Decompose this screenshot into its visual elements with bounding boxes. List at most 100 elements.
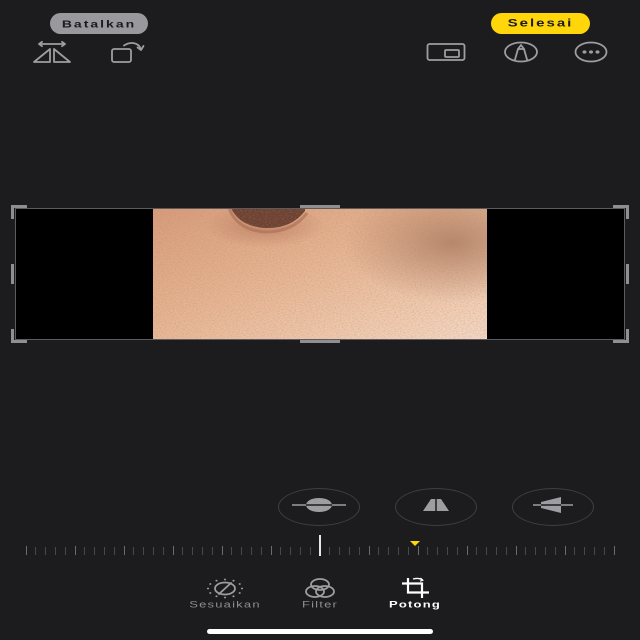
dial-tick (94, 547, 96, 555)
crop-icon (370, 577, 460, 599)
dial-tick (486, 547, 488, 555)
done-button-label: Selesai (507, 17, 574, 30)
tab-sesuaikan[interactable]: Sesuaikan (180, 577, 270, 615)
crop-handle-left[interactable] (11, 264, 14, 284)
more-glyph (574, 41, 608, 63)
dial-tick (192, 547, 194, 555)
dial-tick (231, 547, 233, 555)
dial-tick (544, 547, 546, 555)
dial-tick (427, 547, 429, 555)
dial-tick (593, 547, 595, 555)
cancel-button[interactable]: Batalkan (50, 13, 148, 34)
dial-tick (613, 546, 615, 555)
dial-tick (476, 547, 478, 555)
dial-tick (123, 546, 125, 555)
dial-tick (329, 547, 331, 555)
crop-handle-right[interactable] (626, 264, 629, 284)
tab-label: Sesuaikan (189, 599, 261, 610)
dial-tick (564, 546, 566, 555)
flip-horizontal-glyph (33, 41, 71, 63)
dial-tick (603, 547, 605, 555)
tab-label: Filter (301, 599, 339, 610)
adjustment-dial[interactable] (20, 533, 620, 557)
dial-tick (221, 546, 223, 555)
dial-tick (270, 546, 272, 555)
dial-tick (54, 547, 56, 555)
rotate-glyph (111, 42, 145, 63)
photo-preview[interactable] (153, 208, 487, 340)
dial-tick (280, 547, 282, 555)
dial-tick (466, 546, 468, 555)
tab-potong[interactable]: Potong (370, 577, 460, 615)
dial-tick (241, 547, 243, 555)
dial-tick (211, 547, 213, 555)
aspect-ratio-glyph (426, 43, 466, 61)
dial-tick (515, 546, 517, 555)
dial-tick (84, 547, 86, 555)
photo-image (153, 208, 487, 340)
dial-tick (437, 547, 439, 555)
vertical-perspective-button[interactable] (395, 488, 477, 526)
dial-tick (74, 546, 76, 555)
dial-tick (388, 547, 390, 555)
dial-tick (574, 547, 576, 555)
filter-icon (275, 577, 365, 599)
dial-tick (103, 547, 105, 555)
home-indicator[interactable] (207, 629, 433, 634)
crop-handle-bottom[interactable] (300, 340, 340, 343)
letterbox-right (487, 208, 625, 340)
vertical-perspective-icon (418, 495, 454, 519)
dial-tick (368, 546, 370, 555)
dial-tick (45, 547, 47, 555)
dial-tick (348, 547, 350, 555)
dial-tick (417, 546, 419, 555)
cancel-button-label: Batalkan (61, 17, 137, 30)
dial-tick (339, 547, 341, 555)
letterbox-left (15, 208, 153, 340)
crop-handle-bottom-right[interactable] (613, 329, 629, 343)
markup-icon[interactable] (503, 41, 539, 63)
done-button[interactable]: Selesai (491, 13, 590, 34)
dial-tick (358, 547, 360, 555)
crop-handle-top-right[interactable] (613, 205, 629, 219)
dial-tick (182, 547, 184, 555)
dial-tick (378, 547, 380, 555)
dial-tick (250, 547, 252, 555)
flip-horizontal-icon[interactable] (31, 41, 73, 63)
dial-tick (64, 547, 66, 555)
adjust-dial-icon (180, 577, 270, 599)
crop-handle-top[interactable] (300, 205, 340, 208)
dial-tick (456, 547, 458, 555)
rotate-icon[interactable] (110, 41, 146, 63)
crop-handle-bottom-left[interactable] (11, 329, 27, 343)
dial-tick (290, 547, 292, 555)
dial-tick (584, 547, 586, 555)
horizontal-perspective-button[interactable] (512, 488, 594, 526)
dial-tick (535, 547, 537, 555)
markup-glyph (504, 41, 538, 63)
dial-tick (554, 547, 556, 555)
dial-tick (152, 547, 154, 555)
dial-tick (133, 547, 135, 555)
crop-handle-top-left[interactable] (11, 205, 27, 219)
dial-tick (495, 547, 497, 555)
dial-tick (407, 547, 409, 555)
crop-area[interactable] (11, 205, 629, 343)
dial-tick (446, 547, 448, 555)
tab-label: Potong (389, 599, 441, 610)
straighten-button[interactable] (278, 488, 360, 526)
aspect-ratio-icon[interactable] (426, 41, 466, 63)
dial-tick (397, 547, 399, 555)
straighten-icon (290, 496, 348, 519)
dial-tick (162, 547, 164, 555)
active-tab-indicator (410, 541, 420, 546)
more-icon[interactable] (574, 41, 608, 63)
dial-tick (299, 547, 301, 555)
dial-tick (201, 547, 203, 555)
dial-tick (505, 547, 507, 555)
dial-tick (143, 547, 145, 555)
dial-tick (309, 547, 311, 555)
dial-tick (25, 546, 27, 555)
tab-filter[interactable]: Filter (275, 577, 365, 615)
dial-tick (172, 546, 174, 555)
